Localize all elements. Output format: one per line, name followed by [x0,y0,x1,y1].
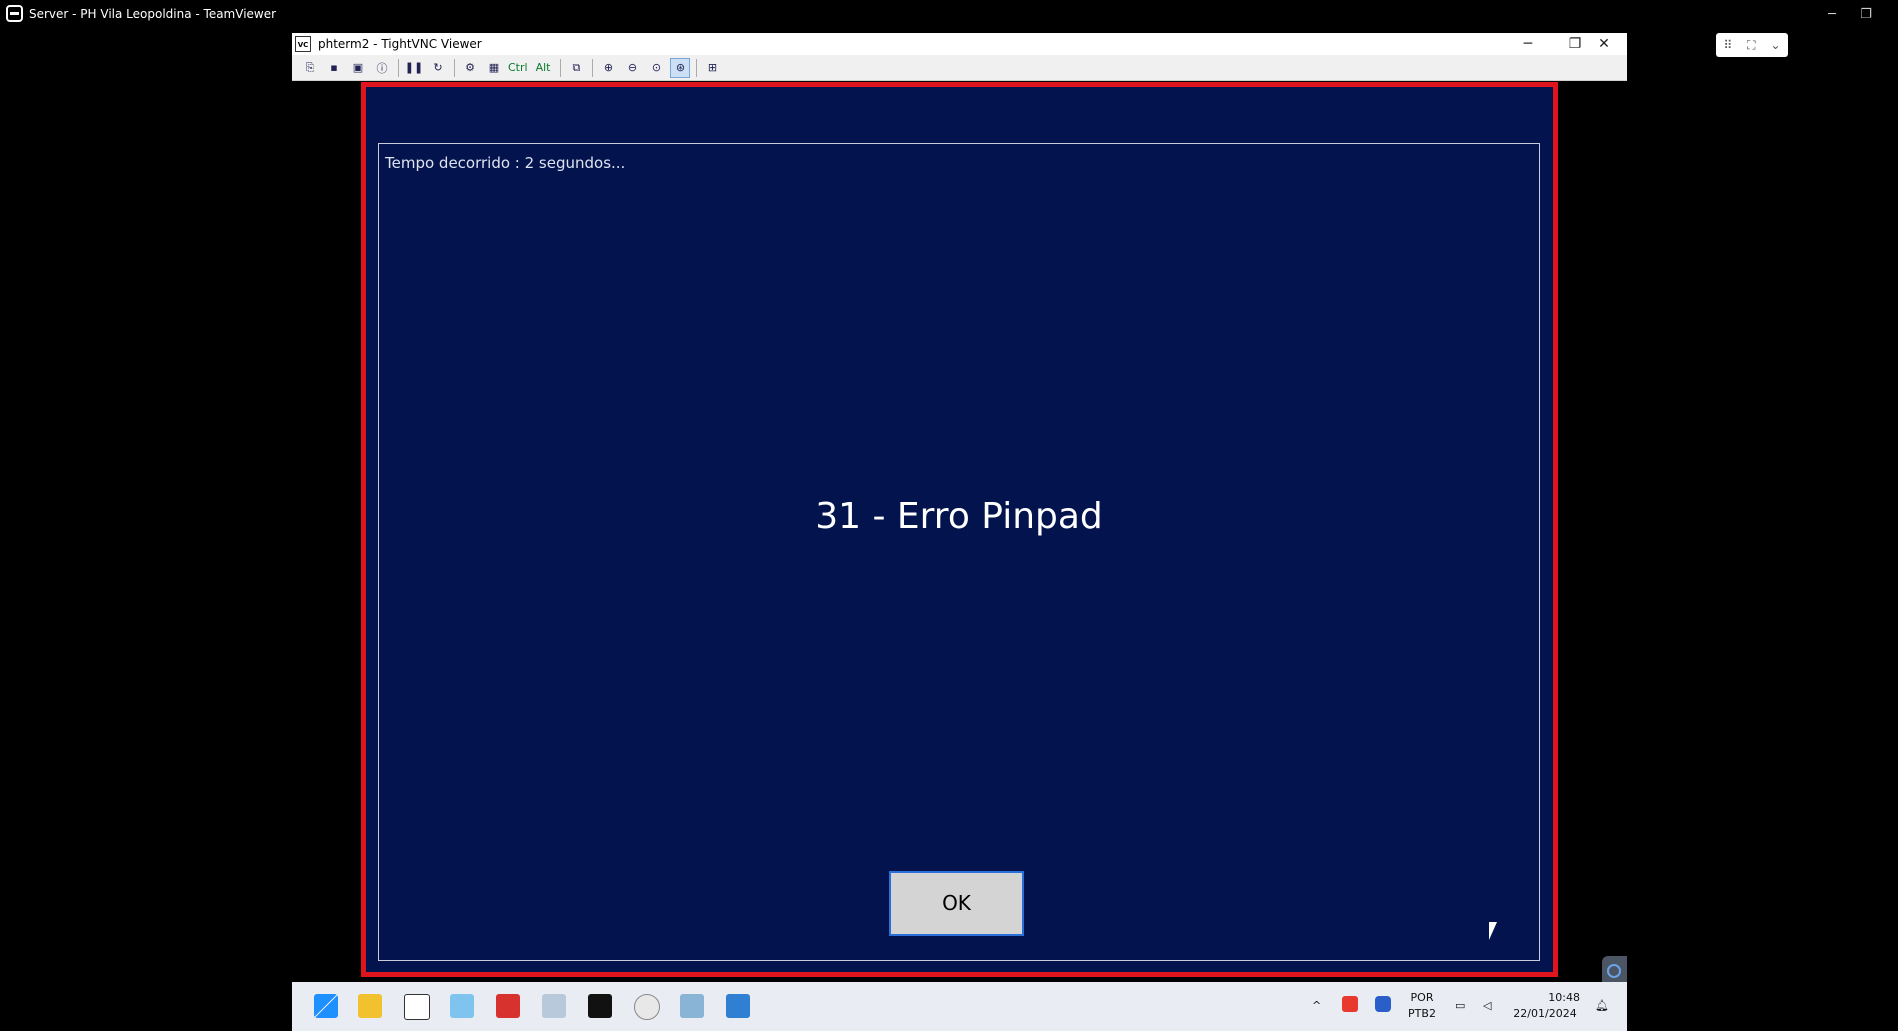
dialog-frame: Tempo decorrido : 2 segundos... 31 - Err… [361,82,1558,977]
ctrl-key-button[interactable]: Ctrl [508,61,528,74]
network-icon[interactable]: ▭ [1455,998,1465,1014]
vnc-app-icon: VC [295,36,311,52]
vnc-remote-display: Tempo decorrido : 2 segundos... 31 - Err… [292,82,1627,1008]
file-explorer-icon[interactable] [358,994,382,1018]
teamviewer-titlebar: Server - PH Vila Leopoldina - TeamViewer… [0,0,1898,30]
remote-screen: VC phterm2 - TightVNC Viewer ─ ❐ ✕ ⎘ ▪ ▣… [292,33,1627,1031]
teamviewer-minimize-button[interactable]: ─ [1818,4,1846,26]
teamviewer-tray-icon[interactable] [1375,996,1391,1012]
ctrl-alt-del-icon[interactable]: ⚙ [460,58,480,78]
mouse-cursor-icon [1489,922,1497,940]
toolbar-separator [560,58,562,77]
show-hidden-icons-chevron-icon[interactable]: ^ [1312,998,1321,1014]
clock-time: 10:48 [1548,991,1580,1004]
teamviewer-restore-button[interactable]: ❐ [1852,4,1880,26]
clock[interactable]: 10:48 22/01/2024 [1510,990,1580,1022]
options-icon[interactable]: ▣ [348,58,368,78]
app-red-icon[interactable] [496,994,520,1018]
teamviewer-quick-panel: ⠿ ⛶ ⌄ [1716,33,1788,57]
toolbar-separator [454,58,455,77]
connection-info-icon[interactable]: ⓘ [372,58,392,78]
zoom-in-icon[interactable]: ⊕ [598,58,618,78]
toolbar-separator [592,58,594,77]
toolbar-separator [696,58,698,77]
vnc-minimize-button[interactable]: ─ [1505,33,1551,55]
vnc-titlebar: VC phterm2 - TightVNC Viewer ─ ❐ ✕ [292,33,1627,55]
terminal-icon[interactable] [588,994,612,1018]
win-key-icon[interactable]: ▦ [484,58,504,78]
network-tool-icon[interactable] [680,994,704,1018]
fullscreen-icon[interactable]: ⛶ [1747,38,1755,53]
ok-button[interactable]: OK [889,871,1024,936]
clock-date: 22/01/2024 [1513,1007,1577,1020]
windows-taskbar: ^ POR PTB2 ▭ ◁ 10:48 22/01/2024 🔔︎ [292,982,1627,1031]
vnc-close-button[interactable]: ✕ [1581,33,1627,55]
remote-desktop-icon[interactable] [450,994,474,1018]
notification-bell-icon[interactable]: 🔔︎ [1595,998,1609,1014]
pause-icon[interactable]: ❚❚ [404,58,424,78]
teamviewer-window-title: Server - PH Vila Leopoldina - TeamViewer [29,7,277,21]
refresh-icon[interactable]: ↻ [428,58,448,78]
alt-key-button[interactable]: Alt [536,61,551,74]
vnc-toolbar: ⎘ ▪ ▣ ⓘ ❚❚ ↻ ⚙ ▦ Ctrl Alt ⧉ ⊕ ⊖ ⊙ ⊛ ⊞ [292,55,1627,81]
tray-app-icon[interactable] [1342,996,1358,1012]
new-connection-icon[interactable]: ⎘ [300,58,320,78]
drag-handle-icon[interactable]: ⠿ [1723,38,1732,52]
fullscreen-icon[interactable]: ⊞ [702,58,722,78]
vnc-window-title: phterm2 - TightVNC Viewer [318,37,482,51]
error-message: 31 - Erro Pinpad [815,496,1103,537]
windows-start-icon[interactable] [314,994,338,1018]
elapsed-time-text: Tempo decorrido : 2 segundos... [385,154,626,172]
notepad-icon[interactable] [726,994,750,1018]
clipboard-icon[interactable]: ⧉ [566,58,586,78]
chevron-down-icon[interactable]: ⌄ [1770,38,1780,52]
dialog-panel: Tempo decorrido : 2 segundos... 31 - Err… [378,143,1540,961]
zoom-100-icon[interactable]: ⊙ [646,58,666,78]
clock-app-icon[interactable] [634,994,660,1020]
teamviewer-logo-icon [6,5,23,22]
save-icon[interactable]: ▪ [324,58,344,78]
zoom-out-icon[interactable]: ⊖ [622,58,642,78]
keyboard-layout: PTB2 [1408,1007,1436,1020]
zoom-auto-icon[interactable]: ⊛ [670,57,691,78]
toolbar-separator [398,58,399,77]
volume-icon[interactable]: ◁ [1483,998,1491,1014]
language-code: POR [1410,991,1434,1004]
settings-tools-icon[interactable] [542,994,566,1018]
tightvnc-taskbar-icon[interactable] [404,994,430,1020]
language-indicator[interactable]: POR PTB2 [1405,990,1439,1022]
